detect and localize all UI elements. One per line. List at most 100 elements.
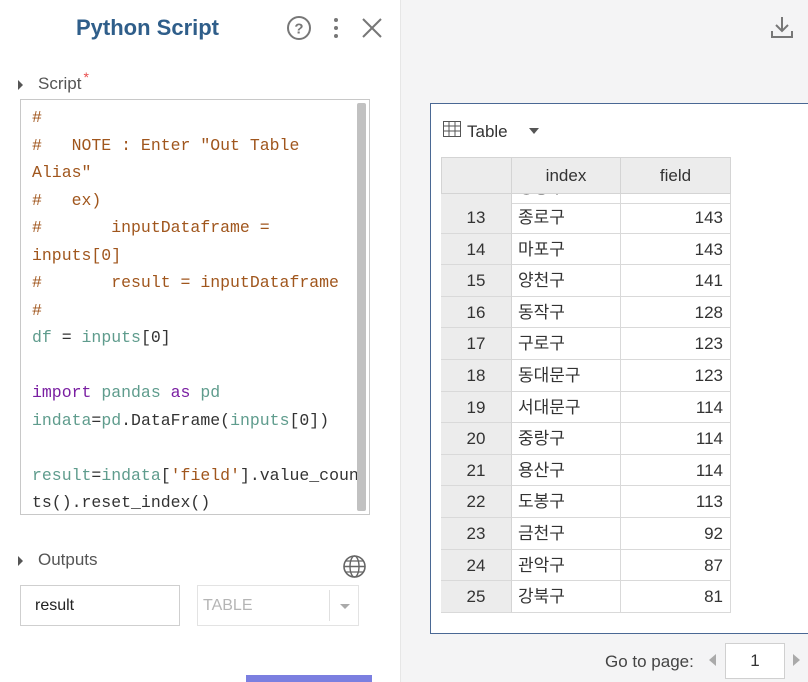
code-token: = [51, 328, 82, 347]
next-page-icon[interactable] [793, 654, 800, 666]
field-cell: 143 [621, 233, 731, 266]
index-cell: 관악구 [512, 549, 621, 582]
code-token: as [170, 383, 191, 402]
table-row[interactable]: 13 종로구 143 [441, 202, 731, 234]
table-row[interactable]: 21 용산구 114 [441, 454, 731, 487]
select-divider [329, 590, 330, 621]
code-line: ts().reset_index() [32, 489, 354, 514]
script-expand-icon[interactable] [18, 80, 23, 90]
code-token: pd [200, 383, 221, 402]
field-cell: 128 [621, 296, 731, 329]
download-icon[interactable] [769, 14, 797, 42]
code-token: .DataFrame( [121, 410, 231, 430]
code-token: pd [101, 410, 122, 430]
table-row[interactable]: 20 중랑구 114 [441, 423, 731, 455]
code-line: # NOTE : Enter "Out Table [32, 132, 354, 160]
code-token: [0]) [289, 410, 330, 430]
field-cell: 92 [621, 518, 731, 550]
panel-title: Python Script [76, 15, 220, 40]
code-token: df [32, 328, 52, 347]
row-index-cell: 16 [441, 296, 512, 329]
code-line: # inputDataframe = [32, 214, 354, 242]
editor-scrollbar[interactable] [357, 103, 366, 511]
page-input[interactable]: 1 [725, 643, 785, 679]
code-line: indata=pd.DataFrame(inputs[0]) [32, 407, 354, 435]
code-token: ts().reset_index() [32, 493, 211, 512]
row-index-cell: 24 [441, 549, 512, 582]
table-row[interactable]: 19 서대문구 114 [441, 391, 731, 424]
code-token: indata [32, 410, 92, 430]
column-header-index[interactable]: index [512, 157, 621, 194]
field-cell: 114 [621, 423, 731, 455]
code-line: result=indata['field'].value_coun [32, 462, 359, 490]
code-line: # [32, 104, 354, 132]
code-editor[interactable]: # # NOTE : Enter "Out Table Alias" # ex) # i… [20, 99, 370, 515]
prev-page-icon[interactable] [709, 654, 716, 666]
index-cell: 용산구 [512, 454, 621, 487]
result-table: index field 12성동구14713종로구14314마포구14315양천… [441, 157, 731, 627]
field-cell: 143 [621, 202, 731, 234]
left-panel: Python Script ? Script * # # NOTE : Enter … [0, 0, 400, 682]
code-token: # inputDataframe = [32, 218, 270, 237]
field-cell: 87 [621, 549, 731, 582]
table-row[interactable]: 22 도봉구 113 [441, 486, 731, 518]
table-body: 12성동구14713종로구14314마포구14315양천구14116동작구128… [441, 194, 731, 627]
outputs-section-label: Outputs [38, 550, 98, 569]
index-cell: 동작구 [512, 296, 621, 329]
field-cell: 114 [621, 391, 731, 424]
code-token: # [32, 300, 42, 320]
right-panel: Table index field 12성동구14713종로구14314마포구1… [400, 0, 808, 682]
index-cell: 중랑구 [512, 423, 621, 455]
table-row[interactable]: 16 동작구 128 [441, 296, 731, 329]
output-type-select[interactable]: TABLE [197, 585, 359, 626]
index-cell: 동대문구 [512, 360, 621, 392]
row-index-cell: 23 [441, 518, 512, 550]
close-icon[interactable] [358, 14, 386, 42]
row-index-cell: 21 [441, 454, 512, 487]
code-token: = [91, 410, 102, 430]
field-cell: 123 [621, 328, 731, 360]
row-index-cell: 20 [441, 423, 512, 455]
table-icon [443, 121, 461, 142]
table-row[interactable]: 23 금천구 92 [441, 518, 731, 550]
row-index-cell: 13 [441, 202, 512, 234]
row-index-cell: 25 [441, 581, 512, 613]
table-row[interactable]: 14 마포구 143 [441, 233, 731, 266]
code-token: = [91, 465, 102, 485]
row-index-cell: 14 [441, 233, 512, 266]
row-index-cell: 15 [441, 265, 512, 297]
field-cell: 141 [621, 265, 731, 297]
run-button[interactable] [246, 675, 372, 682]
outputs-expand-icon[interactable] [18, 556, 23, 566]
code-line: # ex) [32, 187, 354, 215]
chevron-down-icon[interactable] [529, 128, 539, 134]
table-row[interactable]: 25 강북구 81 [441, 581, 731, 613]
code-line: inputs[0] [32, 242, 354, 270]
code-line: # result = inputDataframe [32, 269, 354, 297]
output-name-input[interactable]: result [20, 585, 180, 626]
table-row[interactable]: 24 관악구 87 [441, 549, 731, 582]
code-content[interactable]: # # NOTE : Enter "Out Table Alias" # ex) # i… [32, 104, 359, 514]
row-index-header [441, 157, 512, 194]
index-cell: 서대문구 [512, 391, 621, 424]
table-tab[interactable]: Table [443, 121, 508, 142]
index-cell: 종로구 [512, 202, 621, 234]
more-vert-icon[interactable] [322, 14, 350, 42]
output-type-value: TABLE [203, 597, 253, 614]
column-header-field[interactable]: field [621, 157, 731, 194]
row-index-cell: 18 [441, 360, 512, 392]
code-token: [ [160, 465, 171, 485]
row-index-cell: 17 [441, 328, 512, 360]
table-row[interactable]: 18 동대문구 123 [441, 360, 731, 392]
code-token: import [32, 383, 92, 402]
chevron-down-icon [340, 604, 350, 609]
table-row[interactable]: 17 구로구 123 [441, 328, 731, 360]
globe-icon[interactable] [342, 554, 367, 584]
code-token: # [32, 108, 42, 127]
table-row[interactable]: 15 양천구 141 [441, 265, 731, 297]
help-icon[interactable]: ? [285, 14, 313, 42]
index-cell: 구로구 [512, 328, 621, 360]
script-label-text: Script [38, 74, 82, 93]
